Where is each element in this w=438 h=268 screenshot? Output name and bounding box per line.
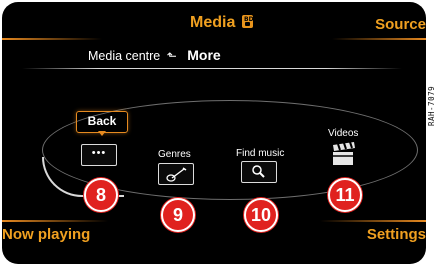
- find-music-menu-item[interactable]: [241, 161, 277, 183]
- back-menu-item[interactable]: Back: [76, 111, 128, 133]
- return-arrow-icon: ⬑: [166, 49, 177, 63]
- breadcrumb-parent: Media centre: [88, 49, 161, 63]
- magnifier-icon: [252, 165, 265, 178]
- reference-code: RAH-7079: [427, 85, 436, 126]
- callout-8: 8: [84, 178, 118, 212]
- callout-10: 10: [244, 198, 278, 232]
- find-music-label: Find music: [236, 148, 285, 159]
- breadcrumb-divider: [22, 68, 402, 69]
- breadcrumb: Media centre ⬑ More: [88, 47, 221, 63]
- source-softkey[interactable]: Source: [375, 16, 426, 33]
- top-right-divider: [332, 38, 426, 40]
- breadcrumb-current: More: [187, 47, 221, 63]
- top-left-divider: [2, 38, 102, 40]
- settings-softkey[interactable]: Settings: [367, 226, 426, 243]
- top-bar: Media Source: [2, 2, 426, 38]
- mmi-screen: Media Source Media centre ⬑ More Back ••…: [2, 2, 426, 264]
- callout-11: 11: [328, 178, 362, 212]
- genres-menu-item[interactable]: [158, 163, 194, 185]
- now-playing-softkey[interactable]: Now playing: [2, 226, 90, 243]
- selection-pointer: [98, 131, 106, 136]
- callout-9: 9: [161, 198, 195, 232]
- clapperboard-icon: [333, 141, 355, 165]
- videos-label: Videos: [328, 128, 359, 139]
- screen-title: Media: [190, 14, 236, 31]
- guitar-icon: [166, 167, 187, 182]
- ellipsis-icon[interactable]: •••: [81, 144, 117, 166]
- bottom-divider: [2, 220, 426, 222]
- back-label: Back: [87, 114, 117, 128]
- videos-menu-item[interactable]: [330, 140, 360, 170]
- genres-label: Genres: [158, 149, 191, 160]
- media-disc-icon: [242, 15, 254, 28]
